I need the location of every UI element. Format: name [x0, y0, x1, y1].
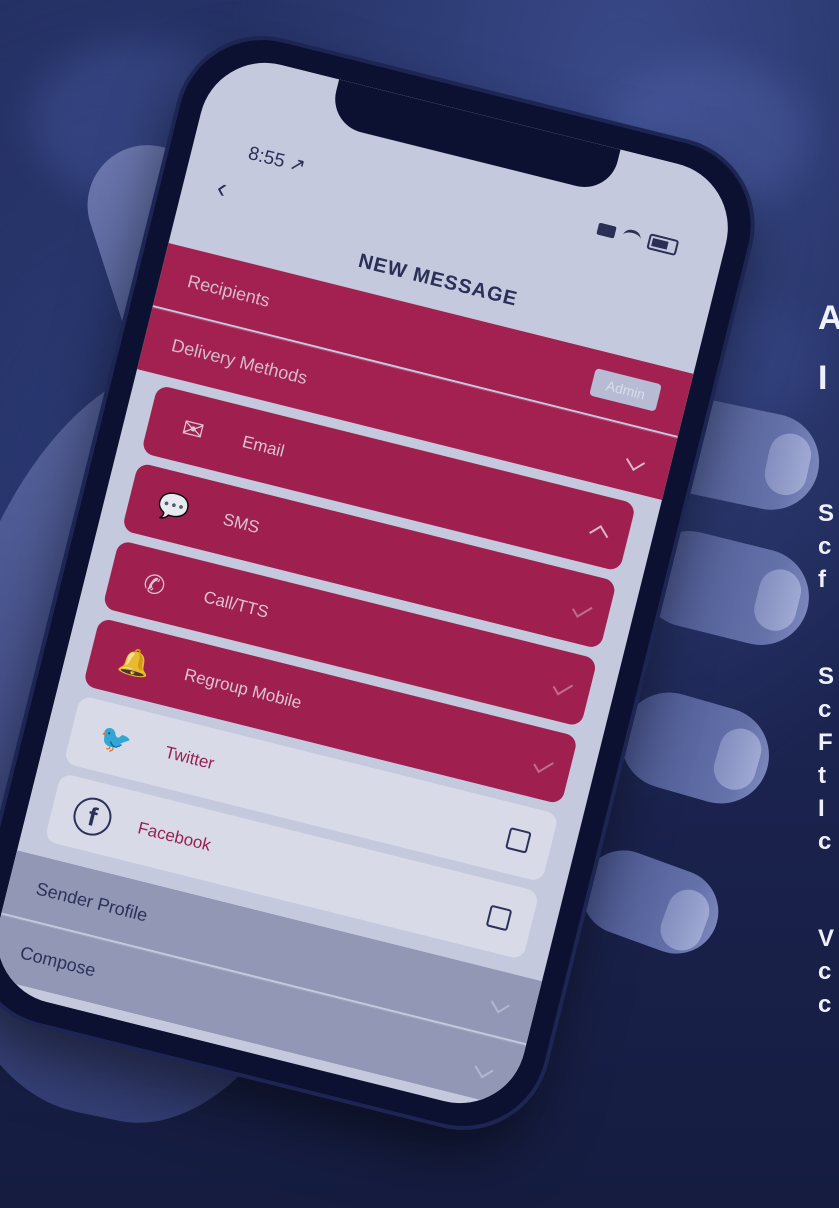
method-label: Twitter — [163, 742, 217, 774]
side-text-letter: V — [818, 925, 835, 952]
bell-icon: 🔔 — [115, 643, 155, 681]
compose-label: Compose — [18, 942, 98, 981]
side-text-letter: F — [818, 729, 833, 756]
recipients-label: Recipients — [185, 270, 273, 311]
chevron-down-icon — [474, 1058, 494, 1078]
status-time: 8:55 ↗ — [246, 142, 308, 178]
check-icon — [552, 677, 574, 696]
delivery-methods-label: Delivery Methods — [169, 335, 310, 389]
side-text-letter: S — [818, 663, 835, 690]
sms-icon: 💬 — [154, 488, 194, 526]
sender-profile-label: Sender Profile — [34, 878, 150, 926]
chevron-down-icon — [626, 451, 646, 471]
email-icon: ✉ — [179, 411, 208, 447]
side-text-letter: c — [818, 991, 832, 1018]
side-text-letter: c — [818, 958, 832, 985]
chevron-left-icon[interactable]: ‹ — [214, 172, 231, 205]
method-label: SMS — [221, 509, 262, 538]
side-text-letter: I — [818, 795, 825, 822]
side-text-letter: c — [818, 828, 832, 855]
checkbox[interactable] — [505, 827, 532, 854]
finger — [609, 681, 781, 815]
battery-icon — [646, 233, 680, 256]
check-icon — [571, 600, 593, 618]
side-text-letter: S — [818, 500, 835, 527]
method-label: Regroup Mobile — [182, 664, 304, 713]
chevron-up-icon — [589, 525, 609, 545]
side-text-letter: c — [818, 533, 832, 560]
side-text-letter: c — [818, 696, 832, 723]
side-text-letter: A — [818, 299, 839, 337]
admin-badge: Admin — [589, 368, 662, 412]
twitter-icon: 🐦 — [96, 720, 136, 758]
facebook-icon: f — [69, 793, 116, 840]
side-text-letter: f — [818, 566, 826, 593]
check-icon — [533, 755, 554, 774]
side-text-letter: I — [818, 359, 828, 397]
method-label: Call/TTS — [201, 587, 271, 622]
method-label: Facebook — [135, 818, 213, 855]
method-label: Email — [240, 432, 287, 461]
phone-call-icon: ✆ — [140, 567, 169, 602]
signal-icon — [596, 222, 617, 239]
wifi-icon — [621, 227, 643, 247]
side-text-letter: t — [818, 762, 826, 789]
checkbox[interactable] — [485, 904, 513, 932]
chevron-down-icon — [490, 994, 510, 1014]
